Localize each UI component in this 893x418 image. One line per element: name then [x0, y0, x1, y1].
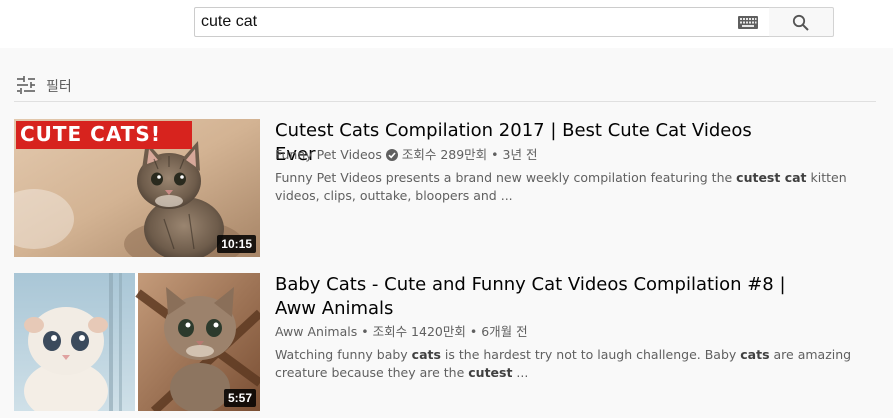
video-result[interactable]: 5:57 Baby Cats - Cute and Funny Cat Vide…	[14, 273, 884, 413]
meta-separator: •	[491, 147, 499, 162]
search-input[interactable]	[201, 12, 721, 32]
desc-highlight: cutest	[468, 365, 513, 380]
view-count: 조회수 289만회	[401, 147, 488, 162]
video-duration: 10:15	[217, 235, 256, 253]
verified-badge-icon	[385, 149, 398, 161]
desc-highlight: cutest cat	[736, 170, 807, 185]
desc-text: is the hardest try not to laugh challeng…	[440, 347, 741, 362]
video-meta: Aww Animals • 조회수 1420만회 • 6개월 전	[275, 321, 528, 340]
video-thumbnail[interactable]: CUTE CATS! 10:15	[14, 119, 260, 257]
video-meta: Funny Pet Videos 조회수 289만회 • 3년 전	[275, 144, 537, 163]
upload-age: 3년 전	[502, 147, 538, 162]
search-button[interactable]	[769, 7, 834, 37]
desc-text: Watching funny baby	[275, 347, 412, 362]
thumbnail-caption: CUTE CATS!	[20, 122, 161, 146]
keyboard-icon[interactable]	[738, 16, 758, 29]
video-result[interactable]: CUTE CATS! 10:15 Cutest Cats Compilation…	[14, 119, 884, 259]
meta-separator: •	[469, 324, 478, 339]
channel-name[interactable]: Funny Pet Videos	[275, 147, 382, 162]
video-description: Funny Pet Videos presents a brand new we…	[275, 169, 875, 205]
video-title[interactable]: Baby Cats - Cute and Funny Cat Videos Co…	[275, 273, 795, 321]
video-duration: 5:57	[223, 389, 256, 407]
filter-button[interactable]: 필터	[14, 72, 94, 98]
video-thumbnail[interactable]: 5:57	[14, 273, 260, 411]
search-icon	[792, 14, 809, 31]
desc-text: Funny Pet Videos presents a brand new we…	[275, 170, 737, 185]
meta-separator: •	[361, 324, 369, 339]
desc-highlight: cats	[740, 347, 770, 362]
sliders-icon	[17, 76, 35, 94]
channel-name[interactable]: Aww Animals	[275, 324, 357, 339]
filter-label: 필터	[46, 79, 72, 95]
filter-bar: 필터	[14, 72, 876, 102]
desc-text: ...	[512, 365, 529, 380]
view-count: 조회수 1420만회	[372, 324, 466, 339]
masthead	[0, 0, 893, 48]
search-box	[194, 7, 770, 37]
desc-highlight: cats	[411, 347, 441, 362]
upload-age: 6개월 전	[481, 324, 528, 339]
video-description: Watching funny baby cats is the hardest …	[275, 346, 865, 382]
